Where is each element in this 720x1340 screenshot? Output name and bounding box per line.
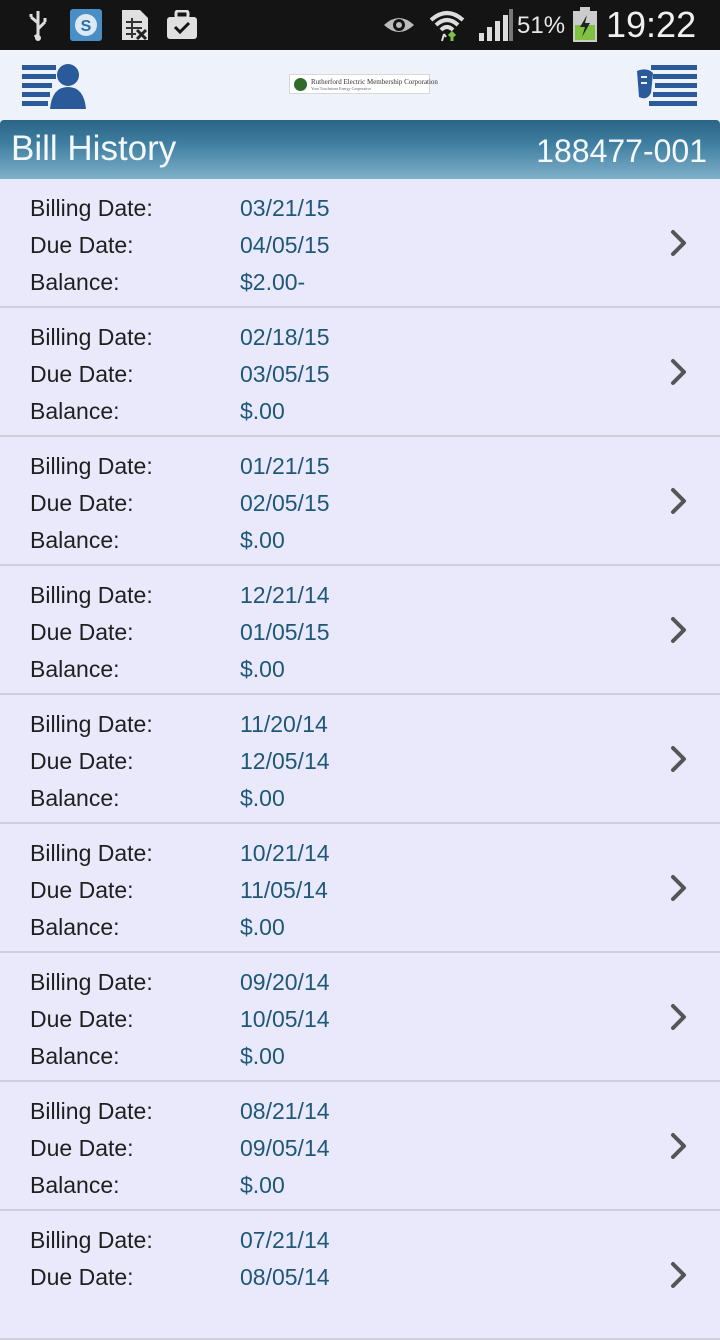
billing-date-value: 02/18/15	[240, 324, 330, 350]
company-logo: Rutherford Electric Membership Corporati…	[289, 74, 438, 94]
billing-date-label: Billing Date:	[30, 582, 153, 608]
usb-icon	[26, 0, 50, 50]
account-menu-button[interactable]	[19, 58, 89, 114]
bill-row[interactable]: Billing Date: 02/18/15 Due Date: 03/05/15 Ba…	[0, 308, 720, 437]
due-date-value: 09/05/14	[240, 1135, 330, 1161]
due-date-label: Due Date:	[30, 1006, 134, 1032]
billing-date-value: 12/21/14	[240, 582, 330, 608]
billing-date-value: 09/20/14	[240, 969, 330, 995]
account-menu-icon	[22, 64, 86, 109]
balance-value: $.00	[240, 398, 285, 424]
billing-date-label: Billing Date:	[30, 711, 153, 737]
due-date-label: Due Date:	[30, 232, 134, 258]
chevron-right-icon	[671, 746, 686, 772]
battery-charging-icon	[572, 0, 598, 50]
logo-subtext: Your Touchstone Energy Cooperative	[311, 85, 372, 91]
due-date-label: Due Date:	[30, 877, 134, 903]
billing-date-label: Billing Date:	[30, 969, 153, 995]
bill-row[interactable]: Billing Date: 01/21/15 Due Date: 02/05/15 Ba…	[0, 437, 720, 566]
billing-date-label: Billing Date:	[30, 195, 153, 221]
chevron-right-icon	[671, 488, 686, 514]
spreadsheet-icon	[120, 0, 150, 50]
balance-value: $.00	[240, 1043, 285, 1069]
clock: 19:22	[606, 4, 697, 45]
due-date-label: Due Date:	[30, 1135, 134, 1161]
chevron-right-icon	[671, 617, 686, 643]
logo-text: Rutherford Electric Membership Corporati…	[311, 77, 438, 86]
billing-date-value: 08/21/14	[240, 1098, 330, 1124]
eye-icon	[383, 0, 415, 50]
skype-icon: S	[70, 0, 102, 50]
balance-label: Balance:	[30, 656, 120, 682]
chevron-right-icon	[671, 1133, 686, 1159]
wifi-icon	[429, 0, 465, 50]
due-date-label: Due Date:	[30, 619, 134, 645]
billing-date-value: 07/21/14	[240, 1227, 330, 1253]
bill-row[interactable]: Billing Date: 08/21/14 Due Date: 09/05/14 Ba…	[0, 1082, 720, 1211]
bill-row[interactable]: Billing Date: 09/20/14 Due Date: 10/05/14 Ba…	[0, 953, 720, 1082]
battery-percentage: 51%	[517, 12, 566, 39]
balance-label: Balance:	[30, 785, 120, 811]
billing-date-value: 03/21/15	[240, 195, 330, 221]
page-title: Bill History	[11, 129, 177, 168]
balance-value: $.00	[240, 656, 285, 682]
due-date-label: Due Date:	[30, 748, 134, 774]
balance-label: Balance:	[30, 527, 120, 553]
billing-date-label: Billing Date:	[30, 453, 153, 479]
pay-bill-menu-icon	[637, 65, 697, 106]
due-date-label: Due Date:	[30, 490, 134, 516]
bill-row[interactable]: Billing Date: 12/21/14 Due Date: 01/05/15 Ba…	[0, 566, 720, 695]
due-date-value: 08/05/14	[240, 1264, 330, 1290]
svg-text:S: S	[81, 18, 92, 35]
chevron-right-icon	[671, 230, 686, 256]
balance-value: $2.00-	[240, 269, 306, 295]
balance-label: Balance:	[30, 269, 120, 295]
billing-date-value: 01/21/15	[240, 453, 330, 479]
balance-label: Balance:	[30, 914, 120, 940]
bill-row[interactable]: Billing Date: 03/21/15 Due Date: 04/05/15 Ba…	[0, 179, 720, 308]
chevron-right-icon	[671, 1262, 686, 1288]
status-bar: S 51% 19:22	[0, 0, 720, 50]
bill-row[interactable]: Billing Date: 11/20/14 Due Date: 12/05/14 Ba…	[0, 695, 720, 824]
billing-date-label: Billing Date:	[30, 1227, 153, 1253]
balance-label: Balance:	[30, 1043, 120, 1069]
chevron-right-icon	[671, 875, 686, 901]
billing-date-label: Billing Date:	[30, 840, 153, 866]
signal-icon	[478, 0, 514, 50]
balance-label: Balance:	[30, 398, 120, 424]
billing-date-value: 11/20/14	[240, 711, 328, 737]
balance-value: $.00	[240, 1172, 285, 1198]
due-date-label: Due Date:	[30, 1264, 134, 1290]
cooperative-seal-icon	[294, 77, 307, 91]
briefcase-check-icon	[166, 0, 198, 50]
due-date-value: 11/05/14	[240, 877, 328, 903]
chevron-right-icon	[671, 359, 686, 385]
bill-row[interactable]: Billing Date: 07/21/14 Due Date: 08/05/14	[0, 1211, 720, 1340]
billing-date-value: 10/21/14	[240, 840, 330, 866]
due-date-value: 10/05/14	[240, 1006, 330, 1032]
account-number: 188477-001	[536, 133, 707, 169]
balance-value: $.00	[240, 914, 285, 940]
due-date-value: 01/05/15	[240, 619, 330, 645]
balance-value: $.00	[240, 527, 285, 553]
bill-list: Billing Date: 03/21/15 Due Date: 04/05/15 Ba…	[0, 179, 720, 1340]
billing-date-label: Billing Date:	[30, 1098, 153, 1124]
balance-value: $.00	[240, 785, 285, 811]
pay-bill-menu-button[interactable]	[631, 58, 701, 114]
due-date-value: 12/05/14	[240, 748, 330, 774]
due-date-label: Due Date:	[30, 361, 134, 387]
balance-label: Balance:	[30, 1172, 120, 1198]
bill-row[interactable]: Billing Date: 10/21/14 Due Date: 11/05/14 Ba…	[0, 824, 720, 953]
due-date-value: 02/05/15	[240, 490, 330, 516]
title-bar: Bill History 188477-001	[0, 120, 720, 179]
due-date-value: 04/05/15	[240, 232, 330, 258]
chevron-right-icon	[671, 1004, 686, 1030]
due-date-value: 03/05/15	[240, 361, 330, 387]
billing-date-label: Billing Date:	[30, 324, 153, 350]
